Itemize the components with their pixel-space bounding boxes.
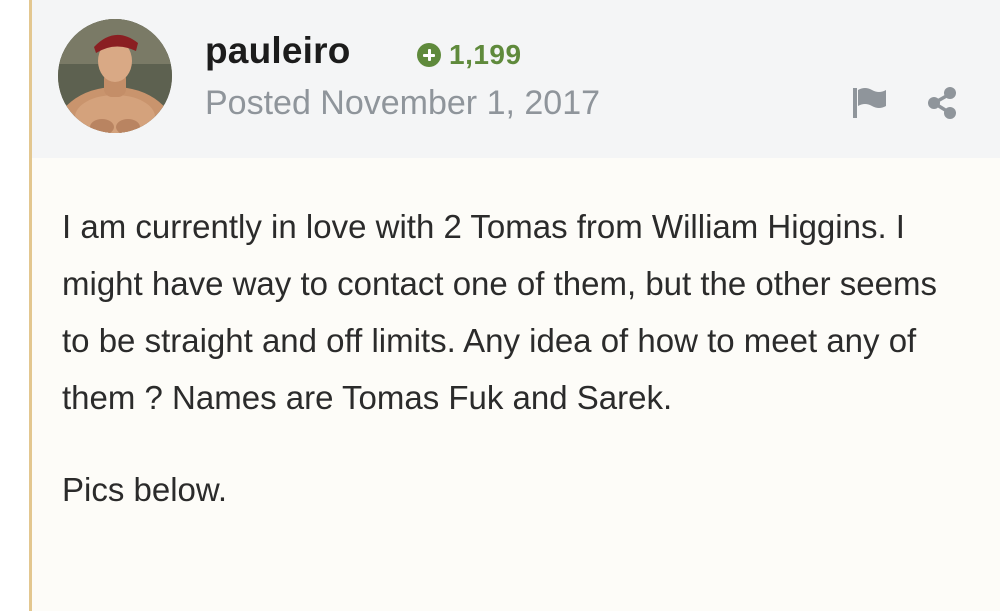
page-margin [0,0,29,611]
post-header [32,0,1000,158]
post-paragraph: Pics below. [62,471,228,508]
avatar-photo [58,19,172,133]
post-date[interactable]: Posted November 1, 2017 [205,84,600,123]
forum-post: pauleiro 1,199 Posted November 1, 2017 I… [0,0,1000,611]
flag-icon[interactable] [851,86,889,118]
post-paragraph: I am currently in love with 2 Tomas from… [62,208,937,416]
author-username[interactable]: pauleiro [205,30,351,72]
avatar[interactable] [58,19,172,133]
plus-circle-icon [417,43,441,67]
reputation-count: 1,199 [449,39,522,70]
post-content: I am currently in love with 2 Tomas from… [62,198,962,553]
reputation-badge[interactable]: 1,199 [417,38,522,72]
share-icon[interactable] [925,86,959,120]
